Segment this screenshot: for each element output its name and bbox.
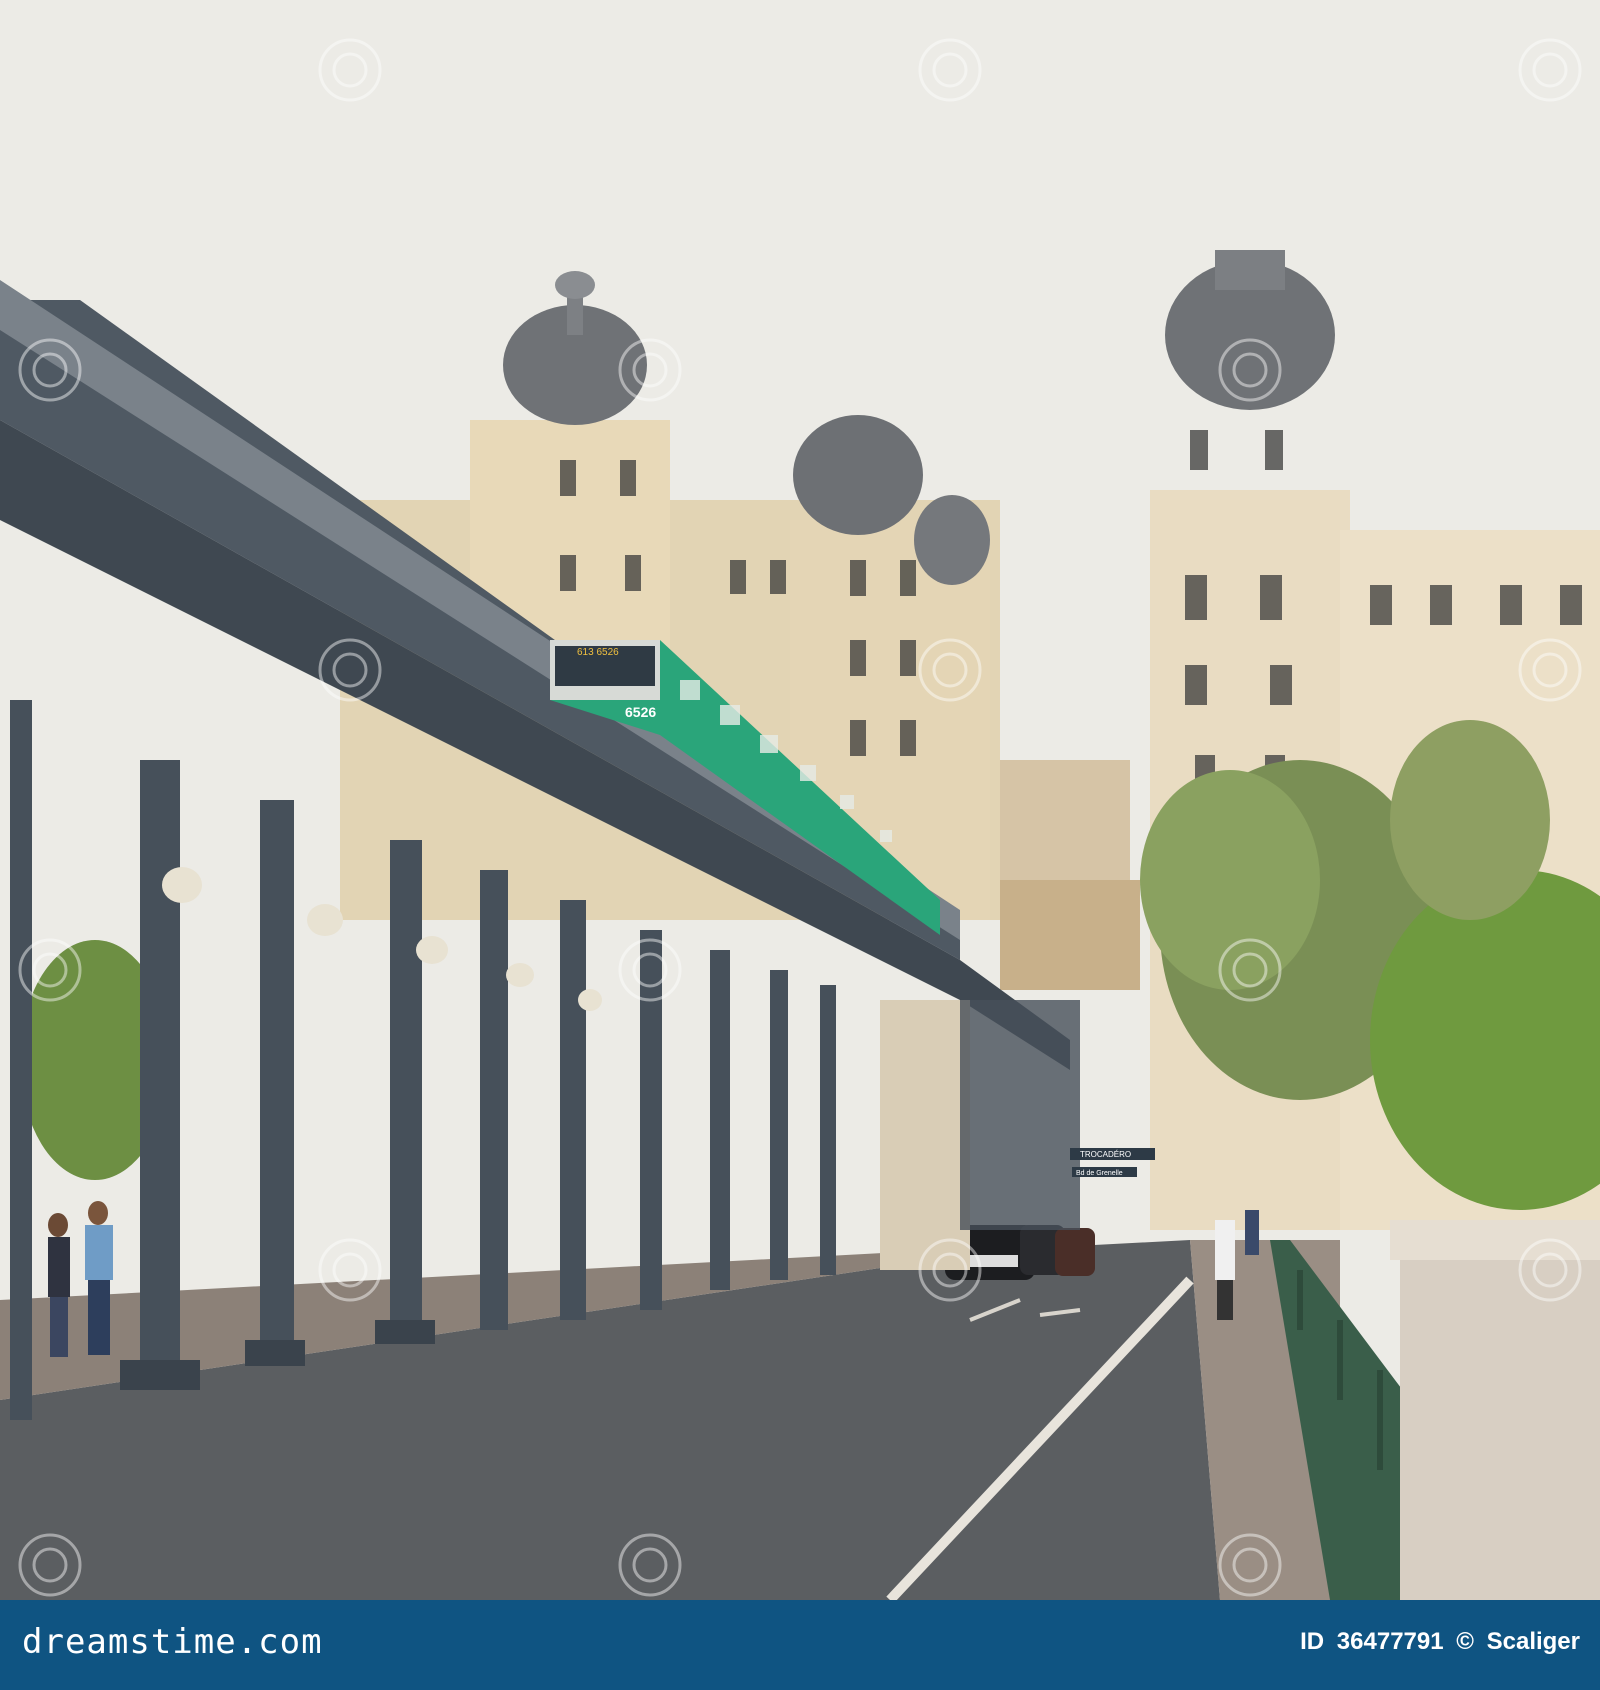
- footer-bar: dreamstime.com ID 36477791 © Scaliger: [0, 1600, 1600, 1690]
- stone-pier: [880, 1000, 970, 1270]
- train-destination: 613 6526: [577, 647, 619, 658]
- street: [0, 1240, 1340, 1600]
- train-number: 6526: [625, 704, 656, 720]
- dome-center: [793, 415, 923, 535]
- author-name: Scaliger: [1486, 1628, 1580, 1655]
- sign-boulevard: Bd de Grenelle: [1076, 1170, 1123, 1177]
- stone-pillar: [1400, 1230, 1600, 1600]
- copyright-icon: ©: [1456, 1628, 1474, 1655]
- id-value: 36477791: [1336, 1628, 1444, 1655]
- image-credit: ID 36477791 © Scaliger: [1294, 1628, 1580, 1656]
- brand-logo: dreamstime.com: [22, 1622, 323, 1662]
- id-label: ID: [1300, 1628, 1325, 1655]
- photo-scene: 6526 613 6526 TROCADÉRO Bd de Grenelle: [0, 0, 1600, 1600]
- photo: 6526 613 6526 TROCADÉRO Bd de Grenelle: [0, 0, 1600, 1600]
- sign-trocadero: TROCADÉRO: [1080, 1150, 1131, 1159]
